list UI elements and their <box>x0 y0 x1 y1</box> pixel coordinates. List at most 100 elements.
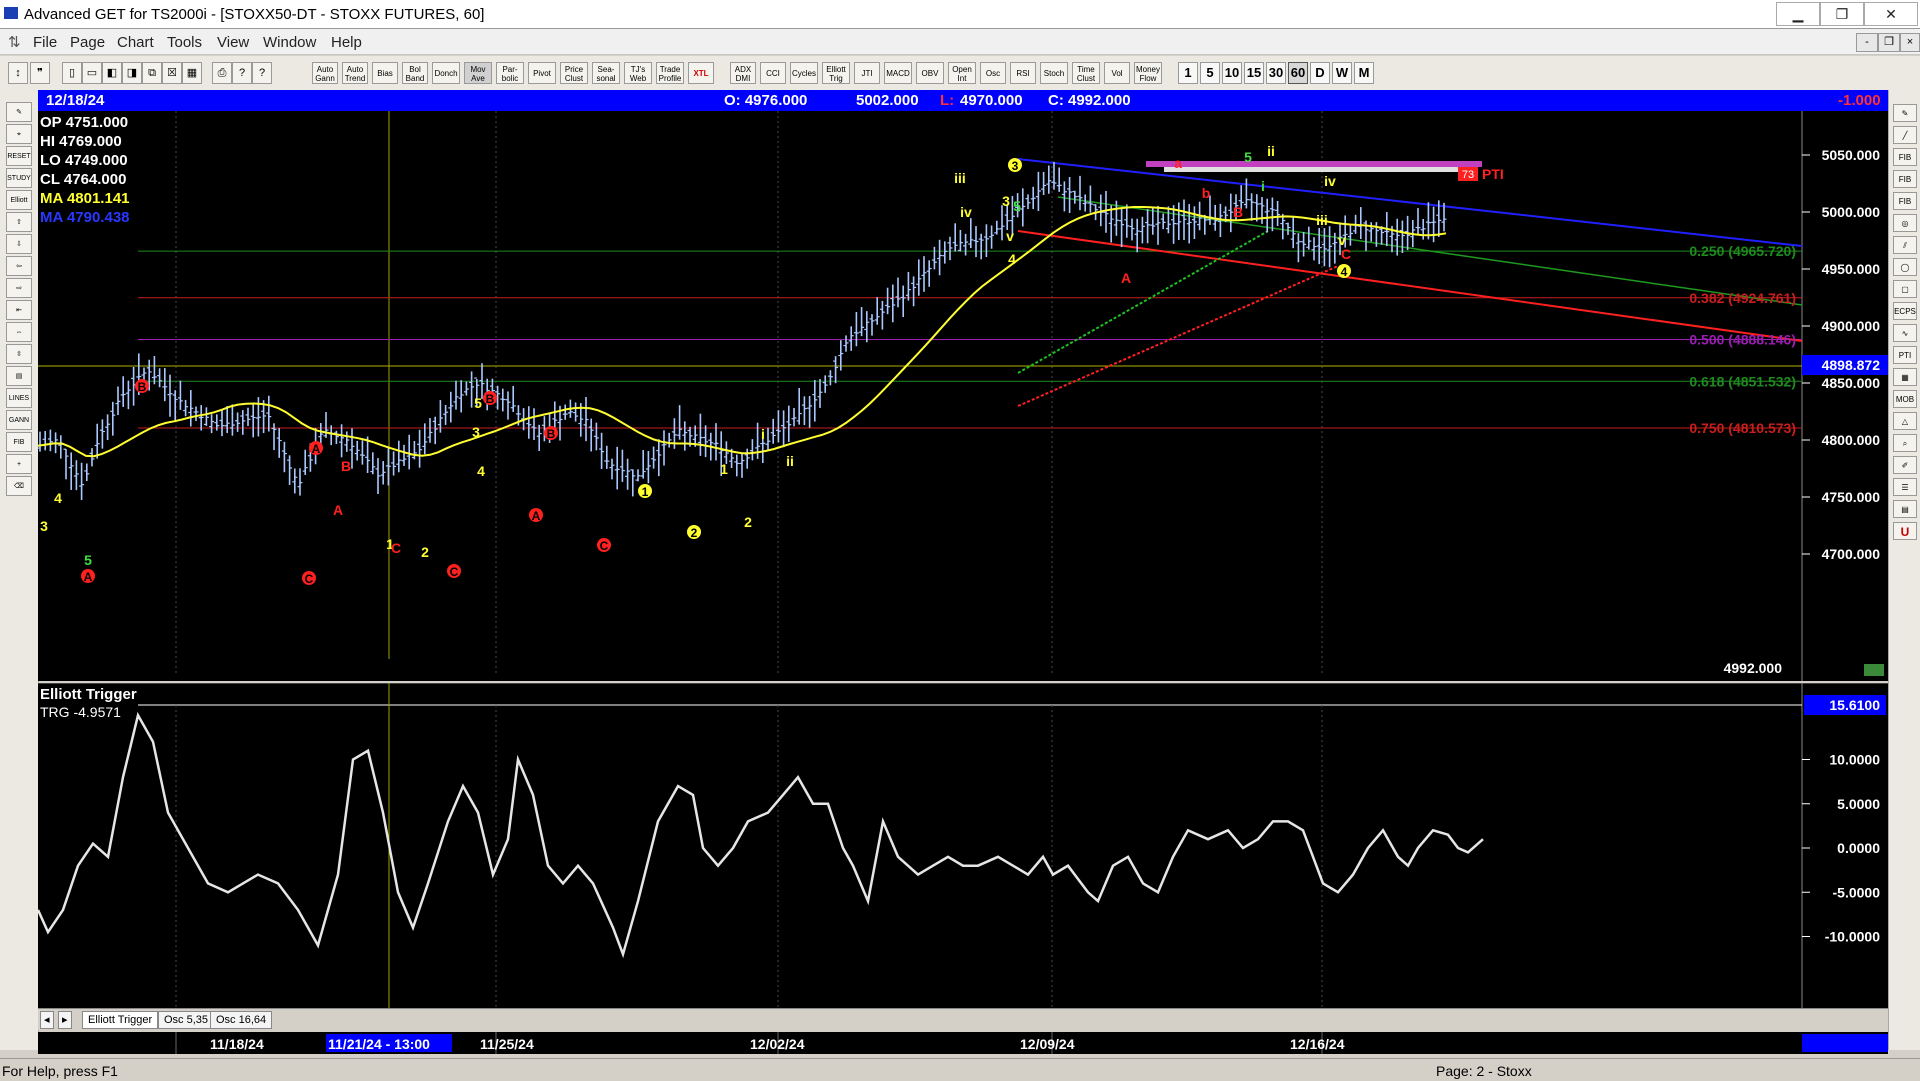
macd-button[interactable]: MACD <box>884 62 912 84</box>
restore-button[interactable]: ❐ <box>1820 2 1864 26</box>
grid-icon[interactable]: ▦ <box>1893 368 1917 386</box>
mdi-close-button[interactable]: × <box>1900 33 1920 52</box>
tab-elliott-trigger[interactable]: Elliott Trigger <box>82 1011 159 1029</box>
osc-button[interactable]: Osc <box>980 62 1006 84</box>
price-chart[interactable]: 4 3 5 A B A B A C 1 C B 2 C 5 3 4 B A C 1 2 1 2 i ii iii iv 3 5 3 v 4 a Ab… <box>37 111 1888 681</box>
menu-chart[interactable]: Chart <box>117 34 154 51</box>
mdi-minimize-button[interactable]: - <box>1856 33 1878 52</box>
zoom-icon[interactable]: ⌕ <box>1893 434 1917 452</box>
new-page-icon[interactable]: ▯ <box>62 62 82 84</box>
mob-button[interactable]: MOB <box>1893 390 1917 408</box>
menu-tools[interactable]: Tools <box>167 34 202 51</box>
study-button[interactable]: STUDY <box>6 168 32 188</box>
xtl-button[interactable]: XTL <box>688 62 714 84</box>
cursor-tool-icon[interactable]: ⌖ <box>6 124 32 144</box>
oscillator-svg[interactable]: Elliott Trigger TRG -4.9571 15.6100 10.0… <box>36 682 1888 1008</box>
period-m-button[interactable]: M <box>1354 62 1374 84</box>
reset-button[interactable]: RESET <box>6 146 32 166</box>
price-clust-button[interactable]: Price Clust <box>560 62 588 84</box>
next-chart-icon[interactable]: ◨ <box>122 62 142 84</box>
period-10-button[interactable]: 10 <box>1222 62 1242 84</box>
open-int-button[interactable]: Open Int <box>948 62 976 84</box>
calendar-tool-icon[interactable]: ▤ <box>1893 500 1917 518</box>
menu-window[interactable]: Window <box>263 34 316 51</box>
menu-view[interactable]: View <box>217 34 249 51</box>
arrow-up-icon[interactable]: ⇧ <box>6 212 32 232</box>
donch-button[interactable]: Donch <box>432 62 460 84</box>
list-tool-icon[interactable]: ☰ <box>1893 478 1917 496</box>
bol-band-button[interactable]: Bol Band <box>402 62 428 84</box>
oscillator-panel[interactable]: Elliott Trigger TRG -4.9571 15.6100 10.0… <box>36 682 1888 1008</box>
period-w-button[interactable]: W <box>1332 62 1352 84</box>
tile-icon[interactable]: ▦ <box>182 62 202 84</box>
pen-tool-icon[interactable]: ✎ <box>1893 104 1917 122</box>
fib-ret-button[interactable]: FIB RET <box>1893 148 1917 166</box>
line-tool-icon[interactable]: ╱ <box>1893 126 1917 144</box>
period-15-button[interactable]: 15 <box>1244 62 1264 84</box>
menu-file[interactable]: File <box>33 34 57 51</box>
minimize-button[interactable]: ▁ <box>1776 2 1820 26</box>
triangle-tool-icon[interactable]: △ <box>1893 412 1917 430</box>
wave-tool-icon[interactable]: ∿ <box>1893 324 1917 342</box>
eraser-icon[interactable]: ⌫ <box>6 476 32 496</box>
price-chart-svg[interactable]: 435ABABAC1CB2C534BAC1212iiiiiiiv353v4aAb… <box>37 111 1888 681</box>
trade-profile-button[interactable]: Trade Profile <box>656 62 684 84</box>
tjs-web-button[interactable]: TJ's Web <box>624 62 652 84</box>
bias-button[interactable]: Bias <box>372 62 398 84</box>
gann-button[interactable]: GANN <box>6 410 32 430</box>
parabolic-button[interactable]: Par-bolic <box>496 62 524 84</box>
marker-tool-icon[interactable]: ✐ <box>1893 456 1917 474</box>
arrow-down-icon[interactable]: ⇩ <box>6 234 32 254</box>
pivot-button[interactable]: Pivot <box>528 62 556 84</box>
fib-time-button[interactable]: FIB TIME <box>1893 192 1917 210</box>
compress-icon[interactable]: ⇤ <box>6 300 32 320</box>
copy-chart-icon[interactable]: ⧉ <box>142 62 162 84</box>
channel-tool-icon[interactable]: ⫽ <box>1893 236 1917 254</box>
expand-icon[interactable]: ⇔ <box>6 322 32 342</box>
pan-icon[interactable]: ⇳ <box>6 344 32 364</box>
chart-scroll-icon[interactable] <box>1864 664 1884 676</box>
tab-osc-16-64[interactable]: Osc 16,64 <box>210 1011 273 1029</box>
tab-scroll-left[interactable]: ◂ <box>40 1011 54 1029</box>
time-clust-button[interactable]: Time Clust <box>1072 62 1100 84</box>
cycles-button[interactable]: Cycles <box>790 62 818 84</box>
menu-page[interactable]: Page <box>70 34 105 51</box>
vol-button[interactable]: Vol <box>1104 62 1130 84</box>
period-60-button[interactable]: 60 <box>1288 62 1308 84</box>
open-page-icon[interactable]: ▭ <box>82 62 102 84</box>
print-icon[interactable]: ⎙ <box>212 62 232 84</box>
mdi-restore-button[interactable]: ❐ <box>1878 33 1900 52</box>
stoch-button[interactable]: Stoch <box>1040 62 1068 84</box>
prev-chart-icon[interactable]: ◧ <box>102 62 122 84</box>
cci-button[interactable]: CCI <box>760 62 786 84</box>
obv-button[interactable]: OBV <box>916 62 944 84</box>
grid-tool-icon[interactable]: ▤ <box>6 366 32 386</box>
jti-button[interactable]: JTI <box>854 62 880 84</box>
seasonal-button[interactable]: Sea-sonal <box>592 62 620 84</box>
edit-tool-icon[interactable]: ✎ <box>6 102 32 122</box>
tab-osc-5-35[interactable]: Osc 5,35 <box>158 1011 215 1029</box>
money-flow-button[interactable]: Money Flow <box>1134 62 1162 84</box>
ecps-button[interactable]: ECPS <box>1893 302 1917 320</box>
context-help-icon[interactable]: ? <box>252 62 272 84</box>
arrow-right-icon[interactable]: ⇨ <box>6 278 32 298</box>
circle-tool-icon[interactable]: ◎ <box>1893 214 1917 232</box>
period-d-button[interactable]: D <box>1310 62 1330 84</box>
auto-trend-button[interactable]: Auto Trend <box>342 62 368 84</box>
period-1-button[interactable]: 1 <box>1178 62 1198 84</box>
fib-ext-button[interactable]: FIB EXT <box>1893 170 1917 188</box>
close-button[interactable]: ✕ <box>1864 2 1918 26</box>
elliott-trig-button[interactable]: Elliott Trig <box>822 62 850 84</box>
box-tool-icon[interactable]: ▢ <box>1893 280 1917 298</box>
adx-dmi-button[interactable]: ADX DMI <box>730 62 756 84</box>
arrow-left-icon[interactable]: ⇦ <box>6 256 32 276</box>
fib-button[interactable]: FIB <box>6 432 32 452</box>
mov-ave-button[interactable]: Mov Ave <box>464 62 492 84</box>
period-5-button[interactable]: 5 <box>1200 62 1220 84</box>
lines-button[interactable]: LINES <box>6 388 32 408</box>
menu-help[interactable]: Help <box>331 34 362 51</box>
auto-gann-button[interactable]: Auto Gann <box>312 62 338 84</box>
elliott-button[interactable]: Elliott <box>6 190 32 210</box>
lightbulb-icon[interactable]: ? <box>232 62 252 84</box>
rsi-button[interactable]: RSI <box>1010 62 1036 84</box>
